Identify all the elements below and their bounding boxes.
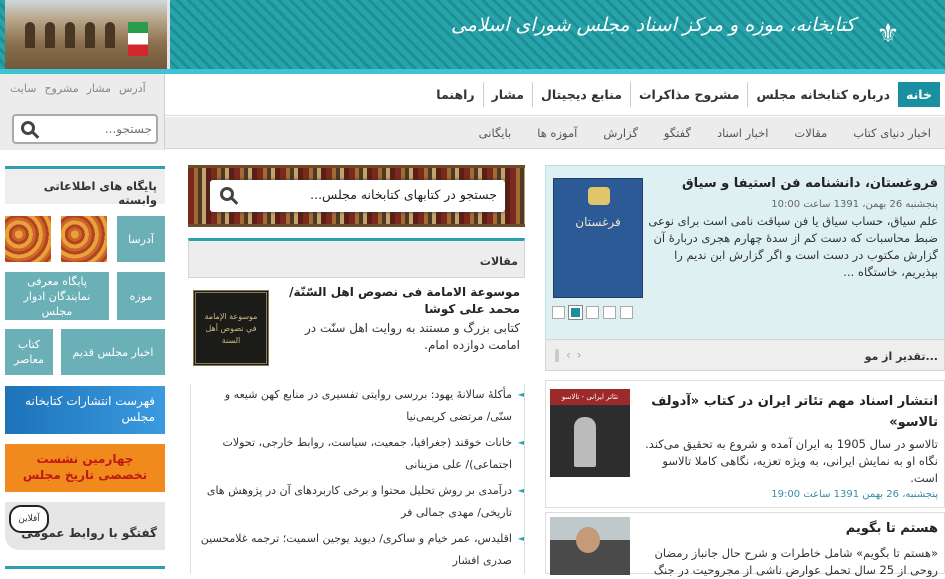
iran-flag-image xyxy=(128,22,148,56)
site-title[interactable]: کتابخانه، موزه و مرکز اسناد مجلس شورای ا… xyxy=(451,14,855,36)
feature-title[interactable]: فروغستان، دانشنامه فن استیفا و سیاق xyxy=(648,176,938,191)
news-image[interactable] xyxy=(550,517,630,575)
subnav-interview[interactable]: گفتگو xyxy=(664,126,691,140)
top-left-panel: آدرس مشار مشروح سایت xyxy=(0,74,165,150)
publications-banner[interactable]: فهرست انتشارات کتابخانه مجلس xyxy=(5,386,165,434)
tile-adrsa[interactable]: آدرسا xyxy=(117,216,165,262)
search-icon[interactable] xyxy=(220,187,234,201)
top-link-site[interactable]: سایت xyxy=(10,82,36,95)
main-nav: خانه درباره کتابخانه مجلس مشروح مذاکرات … xyxy=(165,74,945,116)
feature-date: پنجشنبه 26 بهمن، 1391 ساعت 10:00 xyxy=(771,199,938,210)
nav-digital[interactable]: منابع دیجیتال xyxy=(531,82,630,107)
tile-old-parliament-news[interactable]: اخبار مجلس قدیم xyxy=(61,329,165,375)
top-link-mashruh[interactable]: مشروح xyxy=(44,82,78,95)
news-image-caption: تئاتر ایرانی - تالاسو xyxy=(561,393,619,401)
featured-article-desc: کتابی بزرگ و مستند به روایت اهل سنّت در … xyxy=(305,321,520,352)
ticker-title[interactable]: تقدیر از مو... xyxy=(865,350,938,363)
slider-dot[interactable] xyxy=(620,306,633,319)
list-item[interactable]: خانات خوقند (جغرافیا، جمعیت، سیاست، رواب… xyxy=(191,432,524,476)
tile-contemporary-book[interactable]: کتاب معاصر xyxy=(5,329,53,375)
news-title[interactable]: هستم تا بگویم xyxy=(846,521,938,536)
nav-mashar[interactable]: مشار xyxy=(482,82,532,107)
subnav-report[interactable]: گزارش xyxy=(603,126,638,140)
library-search-input[interactable]: جستجو در کتابهای کتابخانه مجلس... xyxy=(310,187,497,202)
tile-pattern-image[interactable] xyxy=(61,216,107,262)
feature-text: علم سیاق، حساب سیاق یا فن سیاقت نامی است… xyxy=(648,214,938,279)
tile-representatives[interactable]: پایگاه معرفی نمایندگان ادوار مجلس xyxy=(5,272,109,320)
subnav-document-news[interactable]: اخبار اسناد xyxy=(717,126,768,140)
top-link-mashar[interactable]: مشار xyxy=(87,82,111,95)
subnav-archive[interactable]: بایگانی xyxy=(479,126,512,140)
book-cover-title: فرغستان xyxy=(575,215,621,229)
news-image[interactable]: تئاتر ایرانی - تالاسو xyxy=(550,389,630,477)
articles-title[interactable]: مقالات xyxy=(480,255,518,268)
slider-dot[interactable] xyxy=(603,306,616,319)
search-icon[interactable] xyxy=(21,121,35,135)
news-date: پنجشنبه، 26 بهمن 1391 ساعت 19:00 xyxy=(771,489,938,500)
site-header: کتابخانه، موزه و مرکز اسناد مجلس شورای ا… xyxy=(0,0,945,74)
news-item: تئاتر ایرانی - تالاسو انتشار اسناد مهم ت… xyxy=(545,380,945,508)
feature-book-cover[interactable]: فرغستان xyxy=(553,178,643,298)
feature-slider: فرغستان فروغستان، دانشنامه فن استیفا و س… xyxy=(545,165,945,340)
featured-article-title[interactable]: موسوعة الامامة فی نصوص اهل السّنّة/ محمد… xyxy=(282,284,520,318)
search-input[interactable] xyxy=(44,120,152,138)
news-title[interactable]: انتشار اسناد مهم تئاتر ایران در کتاب «آد… xyxy=(638,391,938,433)
nav-home[interactable]: خانه xyxy=(898,82,940,107)
featured-book-cover[interactable]: موسوعة الإمامة في نصوص أهل السنة xyxy=(193,290,269,366)
sidebar-title: پایگاه های اطلاعاتی وابسته xyxy=(5,166,165,207)
nav-help[interactable]: راهنما xyxy=(428,82,482,107)
library-search-box[interactable]: جستجو در کتابهای کتابخانه مجلس... xyxy=(210,180,505,212)
ticker-bar: تقدیر از مو... ‖‹› xyxy=(545,339,945,371)
top-links: آدرس مشار مشروح سایت xyxy=(10,82,146,95)
articles-header: مقالات xyxy=(188,238,525,278)
list-item[interactable]: مأکلهٔ سالانهٔ یهود: بررسی روایتی تفسیری… xyxy=(191,384,524,428)
library-search-banner: جستجو در کتابهای کتابخانه مجلس... xyxy=(188,165,525,227)
news-item: هستم تا بگویم «هستم تا بگویم» شامل خاطرا… xyxy=(545,512,945,577)
site-search xyxy=(12,114,158,144)
list-item[interactable]: درآمدی بر روش تحلیل محتوا و برخی کاربرده… xyxy=(191,480,524,524)
slider-pagination xyxy=(552,305,633,320)
slider-dot-active[interactable] xyxy=(568,305,583,320)
session-banner[interactable]: چهارمین نشست تخصصی تاریخ مجلس xyxy=(5,444,165,492)
nav-about[interactable]: درباره کتابخانه مجلس xyxy=(747,82,898,107)
subnav-book-news[interactable]: اخبار دنیای کتاب xyxy=(853,126,931,140)
subnav-lessons[interactable]: آموزه ها xyxy=(537,126,577,140)
book-emblem-icon xyxy=(588,187,610,205)
featured-book-cover-text: موسوعة الإمامة في نصوص أهل السنة xyxy=(204,312,258,345)
articles-list: مأکلهٔ سالانهٔ یهود: بررسی روایتی تفسیری… xyxy=(190,384,525,574)
tile-pattern-image[interactable] xyxy=(5,216,51,262)
chat-offline-badge: آفلاین xyxy=(9,505,49,533)
slider-dot[interactable] xyxy=(586,306,599,319)
sub-nav: اخبار دنیای کتاب مقالات اخبار اسناد گفتگ… xyxy=(165,117,945,149)
ticker-controls[interactable]: ‖‹› xyxy=(554,348,588,362)
news-text: تالاسو در سال 1905 به ایران آمده و شروع … xyxy=(645,437,938,485)
subnav-articles[interactable]: مقالات xyxy=(794,126,827,140)
slider-dot[interactable] xyxy=(552,306,565,319)
list-item[interactable]: اقلیدس، عمر خیام و ساکری/ دیوید یوجین اس… xyxy=(191,528,524,572)
nav-debates[interactable]: مشروح مذاکرات xyxy=(629,82,748,107)
sidebar-divider xyxy=(5,566,165,574)
logo-emblem-icon[interactable]: ⚜ xyxy=(861,14,915,54)
top-link-address[interactable]: آدرس xyxy=(119,82,146,95)
tile-museum[interactable]: موزه xyxy=(117,272,165,320)
